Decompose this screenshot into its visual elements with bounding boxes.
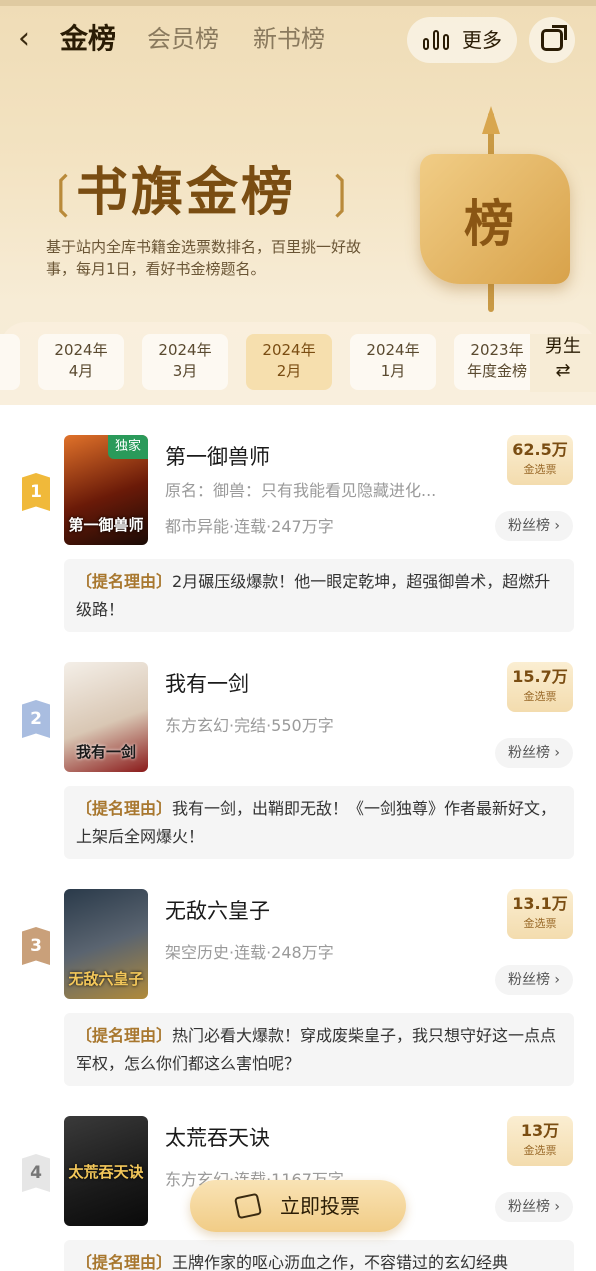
book-meta: 都市异能·连载·247万字 [165, 517, 334, 536]
back-button[interactable]: ‹ [18, 22, 52, 56]
month-chip-prev[interactable] [0, 334, 20, 390]
vote-now-button[interactable]: 立即投票 [190, 1180, 406, 1232]
month-chip[interactable]: 2024年 3月 [142, 334, 228, 390]
tab-new[interactable]: 新书榜 [253, 22, 325, 56]
emblem-text: 榜 [464, 195, 514, 253]
bar-chart-icon [423, 30, 453, 50]
top-bar: ‹ 金榜 会员榜 新书榜 更多 [0, 14, 596, 64]
cover-title: 无敌六皇子 [68, 970, 144, 988]
book-title[interactable]: 我有一剑 [165, 668, 249, 698]
reason-tag: 〔提名理由〕 [76, 1026, 173, 1045]
votes-count: 62.5万 [512, 440, 568, 459]
list-item[interactable]: 2 我有一剑 我有一剑 东方玄幻·完结·550万字 15.7万 金选票 粉丝榜 … [0, 632, 596, 859]
nomination-reason: 〔提名理由〕2月碾压级爆款！他一眼定乾坤，超强御兽术，超燃升级路！ [64, 559, 574, 632]
laurel-right-icon: ❳ [322, 167, 359, 218]
votes-badge: 13.1万 金选票 [507, 889, 573, 939]
banner-title: 书旗金榜 [76, 163, 297, 223]
rank-badge: 2 [22, 700, 50, 738]
book-cover[interactable]: 太荒吞天诀 [64, 1116, 148, 1226]
reason-tag: 〔提名理由〕 [76, 799, 173, 818]
book-title[interactable]: 第一御兽师 [165, 441, 270, 471]
gender-label: 男生 [545, 336, 581, 357]
fans-ranking-button[interactable]: 粉丝榜 › [495, 511, 573, 541]
month-chip-selected[interactable]: 2024年 2月 [246, 334, 332, 390]
list-item[interactable]: 1 独家 第一御兽师 第一御兽师 原名：御兽：只有我能看见隐藏进化... 都市异… [0, 405, 596, 632]
votes-label: 金选票 [523, 463, 557, 476]
laurel-left-icon: ❲ [44, 167, 81, 218]
share-button[interactable] [529, 17, 575, 63]
tab-member[interactable]: 会员榜 [147, 22, 219, 56]
more-label: 更多 [462, 28, 502, 52]
votes-label: 金选票 [523, 917, 557, 930]
book-cover[interactable]: 无敌六皇子 [64, 889, 148, 999]
fans-ranking-button[interactable]: 粉丝榜 › [495, 738, 573, 768]
votes-count: 15.7万 [512, 667, 568, 686]
book-cover[interactable]: 独家 第一御兽师 [64, 435, 148, 545]
list-item[interactable]: 4 太荒吞天诀 太荒吞天诀 东方玄幻·连载·1167万字 13万 金选票 粉丝榜… [0, 1086, 596, 1271]
list-item[interactable]: 3 无敌六皇子 无敌六皇子 架空历史·连载·248万字 13.1万 金选票 粉丝… [0, 859, 596, 1086]
votes-badge: 62.5万 金选票 [507, 435, 573, 485]
book-meta: 架空历史·连载·248万字 [165, 943, 334, 962]
banner-title-block: ❲ 书旗金榜 ❳ [44, 158, 364, 228]
month-chip[interactable]: 2023年 年度金榜 [454, 334, 540, 390]
month-selector: 2024年 4月 2024年 3月 2024年 2月 2024年 1月 2023年 年度金… [0, 322, 596, 405]
swap-icon: ⇄ [555, 360, 571, 381]
tab-gold[interactable]: 金榜 [60, 22, 116, 56]
rank-badge: 1 [22, 473, 50, 511]
votes-count: 13万 [520, 1121, 560, 1140]
nomination-reason: 〔提名理由〕我有一剑，出鞘即无敌！《一剑独尊》作者最新好文，上架后全网爆火！ [64, 786, 574, 859]
banner-emblem: 榜 [400, 106, 580, 312]
nomination-reason: 〔提名理由〕热门必看大爆款！穿成废柴皇子，我只想守好这一点点军权，怎么你们都这么… [64, 1013, 574, 1086]
nomination-reason: 〔提名理由〕王牌作家的呕心沥血之作，不容错过的玄幻经典 [64, 1240, 574, 1271]
share-icon [541, 25, 567, 51]
month-chip[interactable]: 2024年 1月 [350, 334, 436, 390]
gender-switch[interactable]: 男生 ⇄ [530, 334, 596, 392]
chevron-left-icon: ‹ [18, 21, 30, 56]
votes-count: 13.1万 [512, 894, 568, 913]
reason-text: 王牌作家的呕心沥血之作，不容错过的玄幻经典 [172, 1253, 509, 1271]
ranking-list: 1 独家 第一御兽师 第一御兽师 原名：御兽：只有我能看见隐藏进化... 都市异… [0, 405, 596, 1271]
more-button[interactable]: 更多 [407, 17, 517, 63]
book-title[interactable]: 无敌六皇子 [165, 895, 270, 925]
cover-title: 太荒吞天诀 [68, 1163, 144, 1181]
ticket-icon [233, 1192, 263, 1220]
cover-title: 我有一剑 [75, 743, 136, 761]
book-original-name: 原名：御兽：只有我能看见隐藏进化... [165, 481, 437, 500]
votes-label: 金选票 [523, 1144, 557, 1157]
book-title[interactable]: 太荒吞天诀 [165, 1122, 270, 1152]
rank-badge: 4 [22, 1154, 50, 1192]
hero-banner: ‹ 金榜 会员榜 新书榜 更多 ❲ 书旗金榜 ❳ 基于站内全库书籍金选票数排名，… [0, 0, 596, 405]
month-chip[interactable]: 2024年 4月 [38, 334, 124, 390]
fans-ranking-button[interactable]: 粉丝榜 › [495, 1192, 573, 1222]
fans-ranking-button[interactable]: 粉丝榜 › [495, 965, 573, 995]
reason-tag: 〔提名理由〕 [76, 572, 173, 591]
exclusive-badge: 独家 [108, 435, 148, 459]
book-meta: 东方玄幻·完结·550万字 [165, 716, 334, 735]
rank-badge: 3 [22, 927, 50, 965]
reason-tag: 〔提名理由〕 [76, 1253, 173, 1271]
votes-label: 金选票 [523, 690, 557, 703]
votes-badge: 15.7万 金选票 [507, 662, 573, 712]
vote-now-label: 立即投票 [280, 1194, 360, 1218]
book-cover[interactable]: 我有一剑 [64, 662, 148, 772]
votes-badge: 13万 金选票 [507, 1116, 573, 1166]
cover-title: 第一御兽师 [68, 516, 144, 534]
banner-description: 基于站内全库书籍金选票数排名，百里挑一好故事，每月1日，看好书金榜题名。 [46, 238, 362, 278]
